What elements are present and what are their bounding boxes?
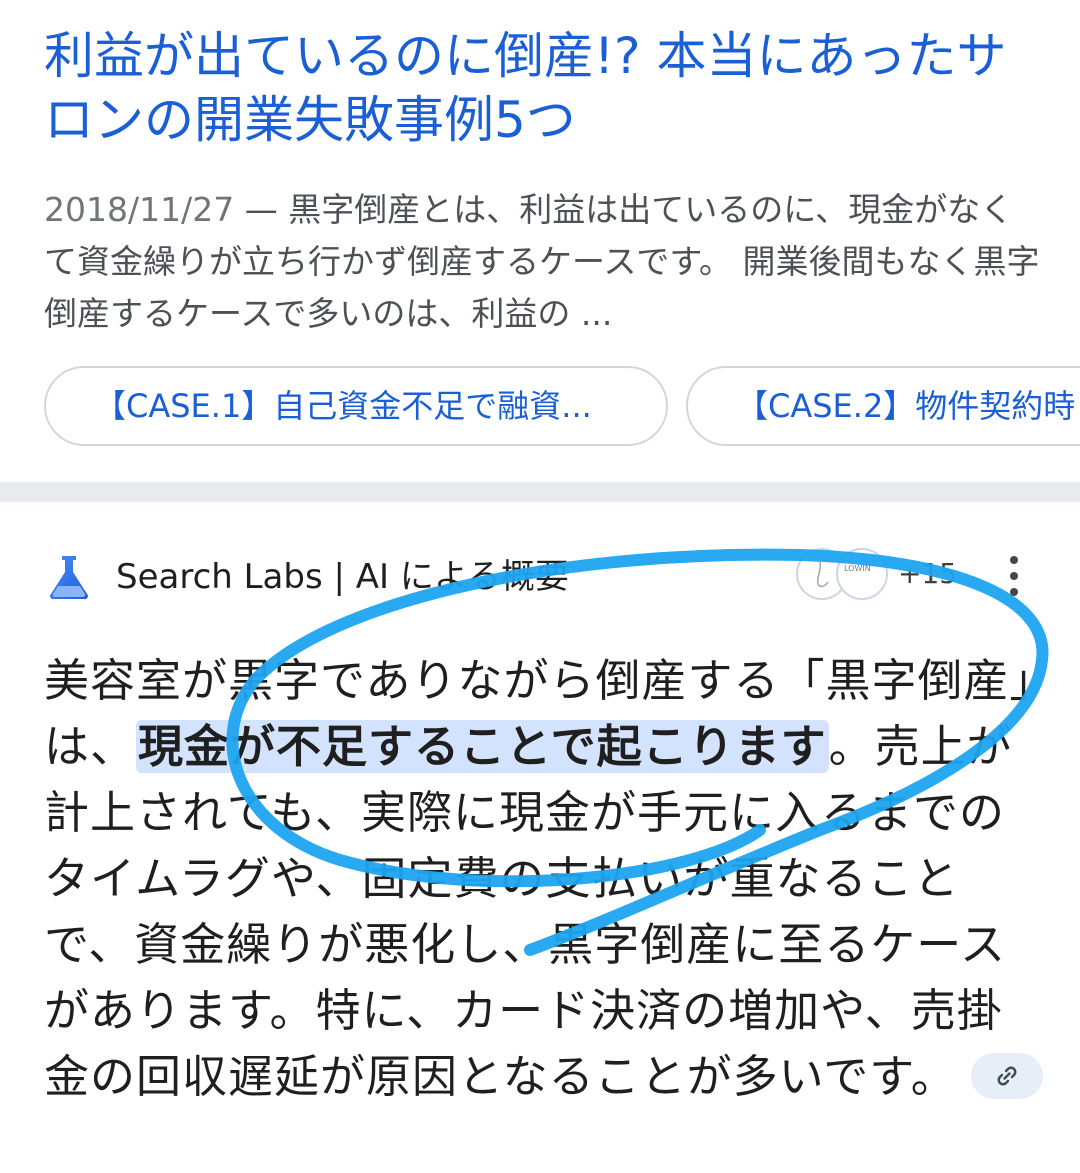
ai-overview-brand: Search Labs | AI による概要 — [116, 557, 569, 597]
answer-text-after: 。売上が計上されても、実際に現金が手元に入るまでのタイムラグや、固定費の支払いが… — [44, 720, 1013, 1103]
source-avatar-text: LOWIN — [844, 564, 871, 573]
more-vert-icon[interactable] — [1000, 552, 1028, 600]
ai-overview-header: Search Labs | AI による概要 LOWIN +15 — [44, 546, 1044, 606]
snippet-separator: — — [234, 190, 289, 229]
link-icon — [997, 1066, 1017, 1086]
answer-highlight: 現金が不足することで起こります — [136, 720, 829, 773]
sitelink-chip-case-2[interactable]: 【CASE.2】物件契約時 — [686, 366, 1080, 446]
search-result-card: 利益が出ているのに倒産!? 本当にあったサロンの開業失敗事例5つ 2018/11… — [0, 0, 1080, 482]
ai-overview-answer: 美容室が黒字でありながら倒産する「黒字倒産」は、現金が不足することで起こります。… — [44, 648, 1044, 1110]
flask-icon — [50, 556, 88, 600]
ai-overview-section: Search Labs | AI による概要 LOWIN +15 美容室が黒字で… — [0, 502, 1080, 1173]
result-snippet: 2018/11/27 — 黒字倒産とは、利益は出ているのに、現金がなくて資金繰り… — [44, 184, 1044, 340]
sitelink-chip-row: 【CASE.1】自己資金不足で融資... 【CASE.2】物件契約時 — [44, 366, 1080, 450]
source-avatars[interactable]: LOWIN +15 — [796, 546, 958, 606]
result-title-link[interactable]: 利益が出ているのに倒産!? 本当にあったサロンの開業失敗事例5つ — [44, 24, 1044, 152]
result-date: 2018/11/27 — [44, 190, 235, 229]
source-link-chip[interactable] — [970, 1053, 1043, 1099]
sources-more-count: +15 — [898, 557, 958, 590]
source-avatar-2: LOWIN — [836, 548, 888, 600]
sitelink-chip-case-1[interactable]: 【CASE.1】自己資金不足で融資... — [44, 366, 668, 446]
section-divider — [0, 482, 1080, 502]
